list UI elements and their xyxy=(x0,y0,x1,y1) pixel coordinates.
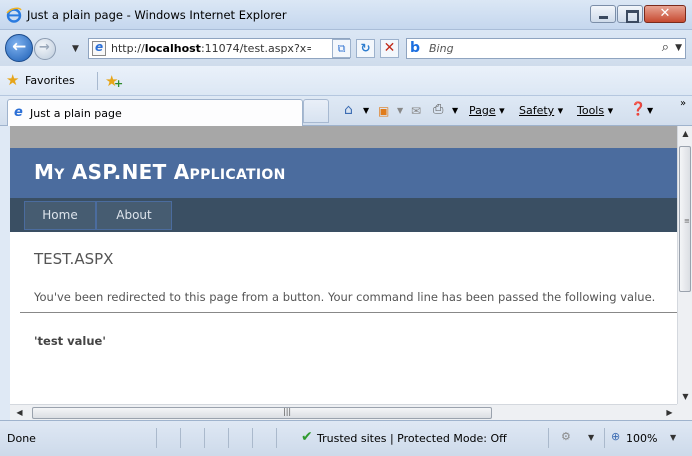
divider xyxy=(252,428,253,448)
scroll-down-arrow-icon[interactable]: ▼ xyxy=(678,389,692,404)
horizontal-scrollbar[interactable]: ◀ ||| ▶ xyxy=(10,404,677,420)
print-dropdown-icon[interactable]: ▼ xyxy=(452,106,458,115)
close-window-button[interactable]: ✕ xyxy=(644,5,686,23)
search-options-dropdown-icon[interactable]: ▼ xyxy=(675,43,682,53)
security-zone[interactable]: Trusted sites | Protected Mode: Off xyxy=(317,432,507,445)
redirect-message: You've been redirected to this page from… xyxy=(34,290,656,304)
bing-icon: b xyxy=(410,40,421,56)
page-heading: TEST.ASPX xyxy=(34,250,114,268)
internet-explorer-icon xyxy=(6,7,22,23)
home-dropdown-icon[interactable]: ▼ xyxy=(363,106,369,115)
feeds-dropdown-icon[interactable]: ▼ xyxy=(397,106,403,115)
add-on-icon[interactable]: ⚙ xyxy=(561,430,571,443)
page-icon xyxy=(92,40,106,56)
back-button[interactable] xyxy=(5,34,33,62)
tab-row: e Just a plain page ⌂ ▼ ▣ ▼ ✉ ⎙ ▼ Page ▾… xyxy=(0,96,692,126)
passed-value: 'test value' xyxy=(34,334,106,348)
vertical-scrollbar[interactable]: ▲ ≡ ▼ xyxy=(677,126,692,404)
grip-icon: ≡ xyxy=(684,217,690,225)
status-text: Done xyxy=(7,432,36,445)
address-url[interactable]: http://localhost:11074/test.aspx?x='tes xyxy=(111,42,311,55)
home-icon[interactable]: ⌂ xyxy=(344,102,353,118)
stop-button[interactable]: ✕ xyxy=(380,39,399,58)
divider xyxy=(204,428,205,448)
zoom-level[interactable]: 100% xyxy=(626,432,657,445)
scroll-left-arrow-icon[interactable]: ◀ xyxy=(12,405,27,420)
divider xyxy=(97,72,98,90)
scroll-right-arrow-icon[interactable]: ▶ xyxy=(662,405,677,420)
compatibility-view-button[interactable]: ⧉ xyxy=(332,39,351,58)
menu-item-about[interactable]: About xyxy=(96,201,172,230)
print-icon[interactable]: ⎙ xyxy=(433,102,443,117)
favorites-button[interactable]: Favorites xyxy=(25,74,75,87)
page-content: My ASP.NET Application Home About TEST.A… xyxy=(10,126,677,404)
tab-just-a-plain-page[interactable]: e Just a plain page xyxy=(7,99,303,126)
top-grey-band xyxy=(10,126,677,148)
search-placeholder: Bing xyxy=(429,42,454,55)
internet-explorer-icon: e xyxy=(14,105,23,120)
favorites-star-icon[interactable]: ★ xyxy=(6,73,19,88)
divider xyxy=(604,428,605,448)
window-title-bar: Just a plain page - Windows Internet Exp… xyxy=(0,0,692,30)
add-on-dropdown-icon[interactable]: ▼ xyxy=(588,433,594,442)
tab-label: Just a plain page xyxy=(30,107,122,120)
mail-icon[interactable]: ✉ xyxy=(411,104,421,118)
add-to-favorites-bar-icon[interactable]: ★ xyxy=(105,72,124,90)
address-bar[interactable]: http://localhost:11074/test.aspx?x='tes … xyxy=(88,38,350,59)
scroll-up-arrow-icon[interactable]: ▲ xyxy=(678,126,692,141)
close-icon: ✕ xyxy=(659,6,671,21)
new-tab-button[interactable] xyxy=(303,99,329,123)
divider xyxy=(156,428,157,448)
vertical-scroll-thumb[interactable]: ≡ xyxy=(679,146,691,292)
feeds-icon[interactable]: ▣ xyxy=(378,104,389,118)
window-title: Just a plain page - Windows Internet Exp… xyxy=(27,8,287,22)
help-icon[interactable]: ❓ xyxy=(630,102,646,117)
divider xyxy=(228,428,229,448)
help-dropdown-icon[interactable]: ▼ xyxy=(647,106,653,115)
zoom-icon[interactable]: ⊕ xyxy=(611,430,620,443)
grip-icon: ||| xyxy=(283,407,292,416)
divider xyxy=(20,312,677,313)
site-title: My ASP.NET Application xyxy=(34,160,286,184)
safety-menu[interactable]: Safety ▾ xyxy=(519,104,563,117)
site-header: My ASP.NET Application xyxy=(10,148,677,198)
page-menu[interactable]: Page ▾ xyxy=(469,104,505,117)
favorites-bar: ★ Favorites ★ xyxy=(0,66,692,96)
search-icon[interactable]: ⌕ xyxy=(662,40,669,55)
search-box[interactable]: b Bing ⌕ ▼ xyxy=(406,38,686,59)
window-controls: ✕ xyxy=(589,5,686,23)
status-bar: Done ✔ Trusted sites | Protected Mode: O… xyxy=(0,420,692,456)
site-menu: Home About xyxy=(10,198,677,232)
forward-button[interactable] xyxy=(34,38,56,60)
scrollbar-corner xyxy=(677,404,692,420)
divider xyxy=(180,428,181,448)
recent-pages-dropdown-icon[interactable]: ▼ xyxy=(72,44,79,54)
menu-item-home[interactable]: Home xyxy=(24,201,96,230)
horizontal-scroll-thumb[interactable]: ||| xyxy=(32,407,492,419)
minimize-button[interactable] xyxy=(590,5,616,23)
divider xyxy=(548,428,549,448)
check-icon: ✔ xyxy=(301,429,313,445)
navigation-bar: ▼ http://localhost:11074/test.aspx?x='te… xyxy=(0,30,692,66)
maximize-button[interactable] xyxy=(617,5,643,23)
refresh-button[interactable]: ↻ xyxy=(356,39,375,58)
tools-menu[interactable]: Tools ▾ xyxy=(577,104,613,117)
divider xyxy=(276,428,277,448)
chevron-more-icon[interactable]: » xyxy=(680,98,686,109)
zoom-dropdown-icon[interactable]: ▼ xyxy=(670,433,676,442)
